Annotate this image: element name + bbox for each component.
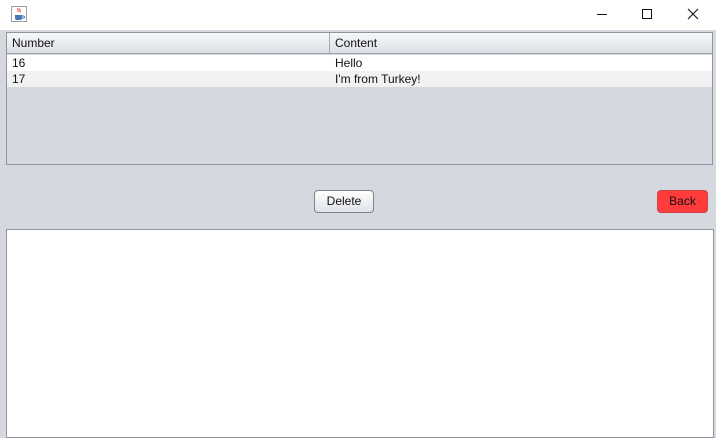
maximize-icon — [641, 8, 653, 23]
minimize-icon — [596, 8, 608, 23]
cell-content: I'm from Turkey! — [335, 72, 421, 86]
title-bar — [0, 0, 716, 30]
column-header-content[interactable]: Content — [330, 33, 712, 53]
cell-number: 16 — [12, 56, 26, 70]
close-button[interactable] — [670, 0, 716, 30]
records-table[interactable]: Number Content 16 Hello 17 I'm from Turk… — [6, 32, 713, 165]
text-area[interactable] — [6, 229, 714, 438]
cell-content: Hello — [335, 56, 363, 70]
minimize-button[interactable] — [579, 0, 625, 30]
table-row[interactable]: 16 Hello — [7, 55, 712, 71]
cell-number: 17 — [12, 72, 26, 86]
table-header: Number Content — [7, 33, 712, 54]
close-icon — [687, 8, 699, 23]
java-cup-icon — [11, 6, 27, 22]
table-row[interactable]: 17 I'm from Turkey! — [7, 71, 712, 87]
back-button[interactable]: Back — [657, 190, 708, 213]
column-header-number[interactable]: Number — [7, 33, 330, 53]
maximize-button[interactable] — [624, 0, 670, 30]
delete-button[interactable]: Delete — [314, 190, 374, 213]
